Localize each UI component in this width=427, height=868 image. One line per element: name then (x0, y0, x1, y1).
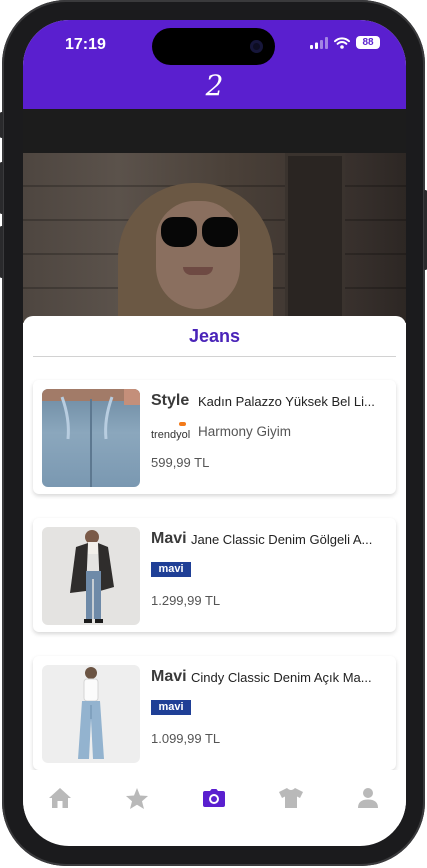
person-icon (358, 788, 378, 808)
product-brand: Mavi (151, 668, 187, 685)
store-name: Harmony Giyim (198, 424, 292, 439)
product-image (42, 527, 140, 625)
tab-wardrobe[interactable] (272, 780, 310, 816)
status-icons: 88 (310, 36, 380, 49)
product-name: Jane Classic Denim Gölgeli A... (191, 532, 373, 547)
screen: 17:19 88 2 Jeans Style Kadın Palazzo Yük… (23, 20, 406, 846)
product-brand: Mavi (151, 530, 187, 547)
front-camera-icon (250, 40, 263, 53)
store-logo-label: trendyol (151, 429, 191, 441)
mavi-logo: mavi (151, 562, 191, 577)
product-card[interactable]: Mavi Cindy Classic Denim Açık Ma... mavi… (33, 656, 396, 770)
photo-sunglass-left (161, 217, 197, 247)
product-price: 1.299,99 TL (151, 593, 221, 608)
results-sheet: Jeans Style Kadın Palazzo Yüksek Bel Li.… (23, 316, 406, 790)
photo-sunglass-right (202, 217, 238, 247)
battery-indicator: 88 (356, 36, 380, 49)
sheet-title: Jeans (188, 326, 241, 346)
photo-window (285, 153, 345, 323)
volume-up-button (0, 162, 3, 214)
action-button (0, 112, 3, 138)
dynamic-island (152, 28, 275, 65)
tab-profile[interactable] (349, 780, 387, 816)
trendyol-accent-icon (179, 422, 186, 426)
product-card[interactable]: Style Kadın Palazzo Yüksek Bel Li... tre… (33, 380, 396, 494)
camera-icon (203, 789, 225, 807)
product-name: Cindy Classic Denim Açık Ma... (191, 670, 372, 685)
shirt-icon (279, 788, 303, 808)
tab-camera[interactable] (195, 780, 233, 816)
wifi-icon (334, 36, 350, 49)
status-time: 17:19 (65, 36, 106, 53)
top-dark-bar (23, 109, 406, 153)
home-icon (49, 788, 71, 808)
product-brand: Style (151, 392, 190, 409)
photo-mouth (183, 267, 213, 275)
product-name: Kadın Palazzo Yüksek Bel Li... (198, 394, 375, 409)
uploaded-photo[interactable] (23, 153, 406, 323)
mavi-logo: mavi (151, 700, 191, 715)
tab-home[interactable] (41, 780, 79, 816)
sheet-divider (33, 356, 396, 357)
trendyol-logo: trendyol (151, 422, 191, 443)
product-price: 599,99 TL (151, 455, 210, 470)
product-card[interactable]: Mavi Jane Classic Denim Gölgeli A... mav… (33, 518, 396, 632)
product-price: 1.099,99 TL (151, 731, 221, 746)
product-image (42, 389, 140, 487)
tab-bar (23, 770, 406, 826)
product-image (42, 665, 140, 763)
volume-down-button (0, 226, 3, 278)
star-icon (126, 787, 148, 809)
app-logo: 2 (205, 69, 224, 102)
tab-favorites[interactable] (118, 780, 156, 816)
app-header: 17:19 88 2 (23, 20, 406, 109)
signal-icon (310, 36, 328, 49)
